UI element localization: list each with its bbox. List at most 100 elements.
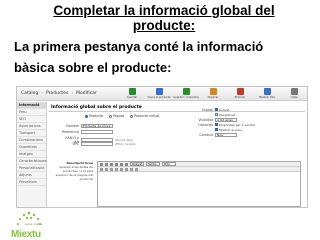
breadcrumb-item-modify: Modificar (76, 91, 97, 96)
show-all-button[interactable]: Mostrar tots (256, 88, 278, 99)
short-description-editor[interactable]: Paràgraf Família Mida (97, 161, 301, 207)
logo-text: Miextu (11, 229, 41, 240)
slide-title-line2: producte: (132, 18, 196, 33)
sidebar-item-information[interactable]: Informació (17, 102, 46, 109)
type-radio-pack[interactable]: Paquet (109, 114, 124, 118)
size-select[interactable]: Mida (162, 162, 176, 166)
toolbar: Guardar Veure el producte Guardar i roma… (121, 88, 305, 99)
image-icon[interactable] (130, 167, 133, 171)
breadcrumb-separator-icon: › (41, 91, 44, 96)
type-radio-virtual[interactable]: Producte virtual (130, 114, 159, 118)
show-price-text: Mostrar el preu (219, 127, 242, 132)
field-label: Nombre (66, 124, 79, 128)
duplicate-icon (209, 88, 217, 95)
bold-icon[interactable] (100, 162, 103, 166)
save-and-stay-button[interactable]: Guardar i romandre (173, 88, 199, 99)
align-center-icon[interactable] (120, 162, 123, 166)
show-all-button-label: Mostrar tots (259, 96, 275, 99)
status-options: Estado Activat Desactivat Visibilitat A … (195, 107, 273, 137)
field-row-upc: UPC (EEUU, Canadà) (59, 142, 136, 146)
save-button[interactable]: Guardar (121, 88, 143, 99)
delete-button[interactable]: Eliminar (229, 88, 251, 99)
breadcrumb: Catàleg › Productes › Modificar (17, 91, 97, 96)
slide-title: Completar la informació global del produ… (20, 3, 308, 33)
sidebar-item-quantities[interactable]: Quantitats (17, 144, 46, 151)
product-tabs-sidebar: Informació Preu SEO Associacions Transpo… (17, 102, 47, 207)
paste-icon[interactable] (110, 167, 113, 171)
condition-select[interactable]: Nou (215, 132, 237, 137)
sidebar-item-images[interactable]: Imatges (17, 151, 46, 158)
logo-tagline: sobre moltes (25, 222, 43, 226)
list-button[interactable]: Llista (283, 88, 305, 99)
eye-icon (155, 88, 163, 95)
align-right-icon[interactable] (125, 162, 128, 166)
cut-icon[interactable] (100, 167, 103, 171)
sidebar-item-customization[interactable]: Personalització (17, 165, 46, 172)
sidebar-item-features[interactable]: Característiques (17, 158, 47, 165)
font-select[interactable]: Família (146, 162, 160, 166)
status-enabled-text: Activat (219, 107, 230, 112)
format-select[interactable]: Paràgraf (130, 162, 144, 166)
align-left-icon[interactable] (115, 162, 118, 166)
save-button-label: Guardar (126, 96, 138, 99)
delete-button-label: Eliminar (234, 96, 246, 99)
view-product-button-label: Veure el producte (147, 96, 171, 99)
link-icon[interactable] (125, 167, 128, 171)
visibility-select[interactable]: A tot arreu (215, 117, 237, 122)
duplicate-button-label: Duplicar (207, 96, 219, 99)
sidebar-item-shipping[interactable]: Transport (17, 130, 46, 137)
sidebar-item-suppliers[interactable]: Proveïdors (17, 179, 46, 186)
radio-checked-icon (85, 114, 88, 118)
sidebar-item-associations[interactable]: Associacions (17, 123, 46, 130)
sidebar-item-seo[interactable]: SEO (17, 116, 46, 123)
field-row-name: Nombre Producte de prova (59, 124, 113, 128)
short-description-hint: Apareix a les llistes de productes i a l… (55, 165, 93, 181)
type-radio-label: Producte virtual (134, 114, 160, 118)
save-icon (128, 88, 136, 95)
breadcrumb-item-products[interactable]: Productes (46, 91, 68, 96)
copy-icon[interactable] (105, 167, 108, 171)
condition-row: Condició Nou (195, 132, 273, 137)
product-type-options: Producte Paquet Producte virtual (85, 114, 159, 118)
field-label: UPC (72, 142, 79, 146)
condition-label: Condició (199, 132, 213, 137)
duplicate-button[interactable]: Duplicar (202, 88, 224, 99)
sidebar-item-combinations[interactable]: Combinacions (17, 137, 46, 144)
breadcrumb-item-catalog[interactable]: Catàleg (21, 91, 38, 96)
list-icon (290, 88, 298, 95)
product-edit-screenshot: Catàleg › Productes › Modificar Guardar … (16, 86, 308, 208)
checkbox-checked-icon (215, 128, 218, 131)
type-radio-label: Producte (89, 114, 104, 118)
type-radio-product[interactable]: Producte (85, 114, 103, 118)
radio-unchecked-icon (215, 113, 218, 116)
sidebar-item-attachments[interactable]: Adjunts (17, 172, 46, 179)
save-and-stay-button-label: Guardar i romandre (173, 96, 199, 99)
breadcrumb-separator-icon: › (71, 91, 74, 96)
field-hint: (EEUU, Canadà) (115, 142, 136, 146)
body-text-line1: La primera pestanya conté la informació (14, 39, 264, 54)
body-text-line2: bàsica sobre el producte: (14, 60, 172, 75)
underline-icon[interactable] (110, 162, 113, 166)
list-number-icon[interactable] (120, 167, 123, 171)
italic-icon[interactable] (105, 162, 108, 166)
view-product-button[interactable]: Veure el producte (148, 88, 170, 99)
status-label: Estado (202, 107, 213, 112)
radio-checked-icon (215, 108, 218, 111)
radio-unchecked-icon (130, 114, 134, 118)
slide-title-line1: Completar la informació global del (53, 3, 275, 18)
type-radio-label: Paquet (113, 114, 125, 118)
name-input[interactable]: Producte de prova (81, 124, 113, 128)
information-panel: Informació global sobre el producte Prod… (49, 103, 305, 207)
table-icon[interactable] (135, 167, 138, 171)
short-description-label-block: Descripció breu Apareix a les llistes de… (55, 161, 93, 181)
status-disabled-text: Desactivat (219, 112, 236, 117)
upc-input[interactable] (81, 142, 113, 146)
field-label: Referencia (62, 130, 79, 134)
reference-input[interactable] (81, 130, 113, 134)
list-bullet-icon[interactable] (115, 167, 118, 171)
show-all-icon (263, 88, 271, 95)
list-button-label: Llista (290, 96, 298, 99)
sidebar-item-price[interactable]: Preu (17, 109, 46, 116)
checkbox-checked-icon (215, 123, 218, 126)
options-label: Opciones (198, 122, 213, 127)
